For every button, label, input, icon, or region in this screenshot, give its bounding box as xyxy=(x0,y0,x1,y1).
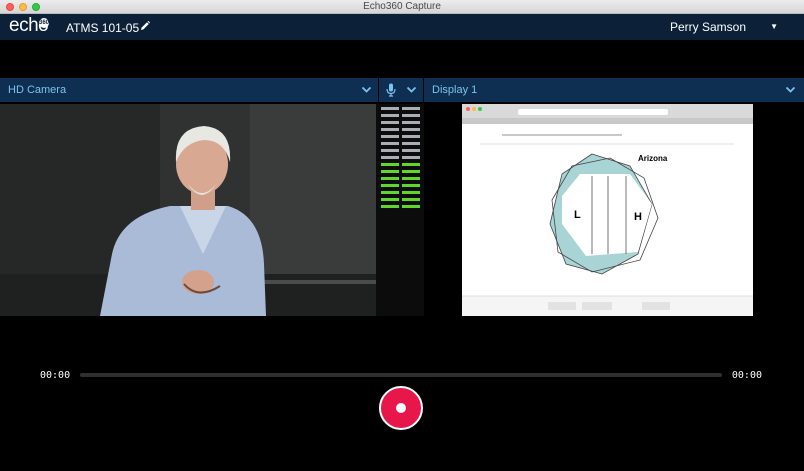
user-menu-caret[interactable]: ▼ xyxy=(770,22,778,31)
total-time: 00:00 xyxy=(731,370,762,381)
audio-meter-segment xyxy=(381,163,399,166)
audio-meter-segment xyxy=(381,205,399,208)
display-source-selector[interactable]: Display 1 xyxy=(424,78,804,102)
audio-level-meter xyxy=(376,104,424,316)
audio-meter-segment xyxy=(402,142,420,145)
pencil-icon[interactable] xyxy=(139,20,151,32)
camera-video-frame xyxy=(0,104,376,316)
window-titlebar: Echo360 Capture xyxy=(0,0,804,14)
elapsed-time: 00:00 xyxy=(40,370,71,381)
user-name[interactable]: Perry Samson xyxy=(670,20,746,34)
audio-meter-segment xyxy=(402,170,420,173)
audio-meter-segment xyxy=(402,121,420,124)
audio-meter-segment xyxy=(381,135,399,138)
record-button[interactable] xyxy=(379,386,423,430)
audio-meter-segment xyxy=(402,114,420,117)
audio-meter-segment xyxy=(381,114,399,117)
recording-progress-track xyxy=(80,373,722,377)
display-source-label: Display 1 xyxy=(432,84,478,96)
audio-meter-segment xyxy=(381,184,399,187)
camera-source-selector[interactable]: HD Camera xyxy=(0,78,378,102)
audio-meter-segment xyxy=(381,107,399,110)
audio-meter-segment xyxy=(381,149,399,152)
audio-meter-segment xyxy=(381,128,399,131)
chevron-down-icon[interactable] xyxy=(406,84,417,95)
display-preview: Arizona L H xyxy=(462,104,753,316)
audio-meter-segment xyxy=(402,128,420,131)
camera-source-label: HD Camera xyxy=(8,84,67,96)
display-screen-capture: Arizona L H xyxy=(462,104,753,316)
audio-meter-segment xyxy=(381,121,399,124)
audio-meter-segment xyxy=(381,156,399,159)
audio-meter-segment xyxy=(402,163,420,166)
record-icon xyxy=(396,403,406,413)
chevron-down-icon[interactable] xyxy=(361,84,372,95)
camera-preview xyxy=(0,104,376,316)
audio-meter-segment xyxy=(381,198,399,201)
audio-meter-segment xyxy=(402,184,420,187)
course-title: ATMS 101-05 xyxy=(66,21,140,35)
audio-meter-segment xyxy=(402,191,420,194)
audio-meter-segment xyxy=(402,107,420,110)
audio-meter-segment xyxy=(402,149,420,152)
audio-meter-segment xyxy=(381,177,399,180)
audio-meter-segment xyxy=(402,205,420,208)
audio-meter-segment xyxy=(402,198,420,201)
slide-label-arizona: Arizona xyxy=(638,154,668,163)
slide-label-low: L xyxy=(574,209,581,221)
audio-meter-segment xyxy=(402,156,420,159)
microphone-icon xyxy=(386,83,396,97)
audio-meter-segment xyxy=(402,177,420,180)
audio-source-selector[interactable] xyxy=(379,78,423,102)
echo360-logo-badge: 360 xyxy=(39,18,50,28)
audio-meter-segment xyxy=(381,191,399,194)
slide-label-high: H xyxy=(634,211,642,223)
audio-meter-segment xyxy=(402,135,420,138)
audio-meter-segment xyxy=(381,142,399,145)
audio-meter-segment xyxy=(381,170,399,173)
chevron-down-icon[interactable] xyxy=(785,84,796,95)
app-header: echo 360 ATMS 101-05 Perry Samson ▼ xyxy=(0,14,804,40)
window-title: Echo360 Capture xyxy=(363,1,441,12)
